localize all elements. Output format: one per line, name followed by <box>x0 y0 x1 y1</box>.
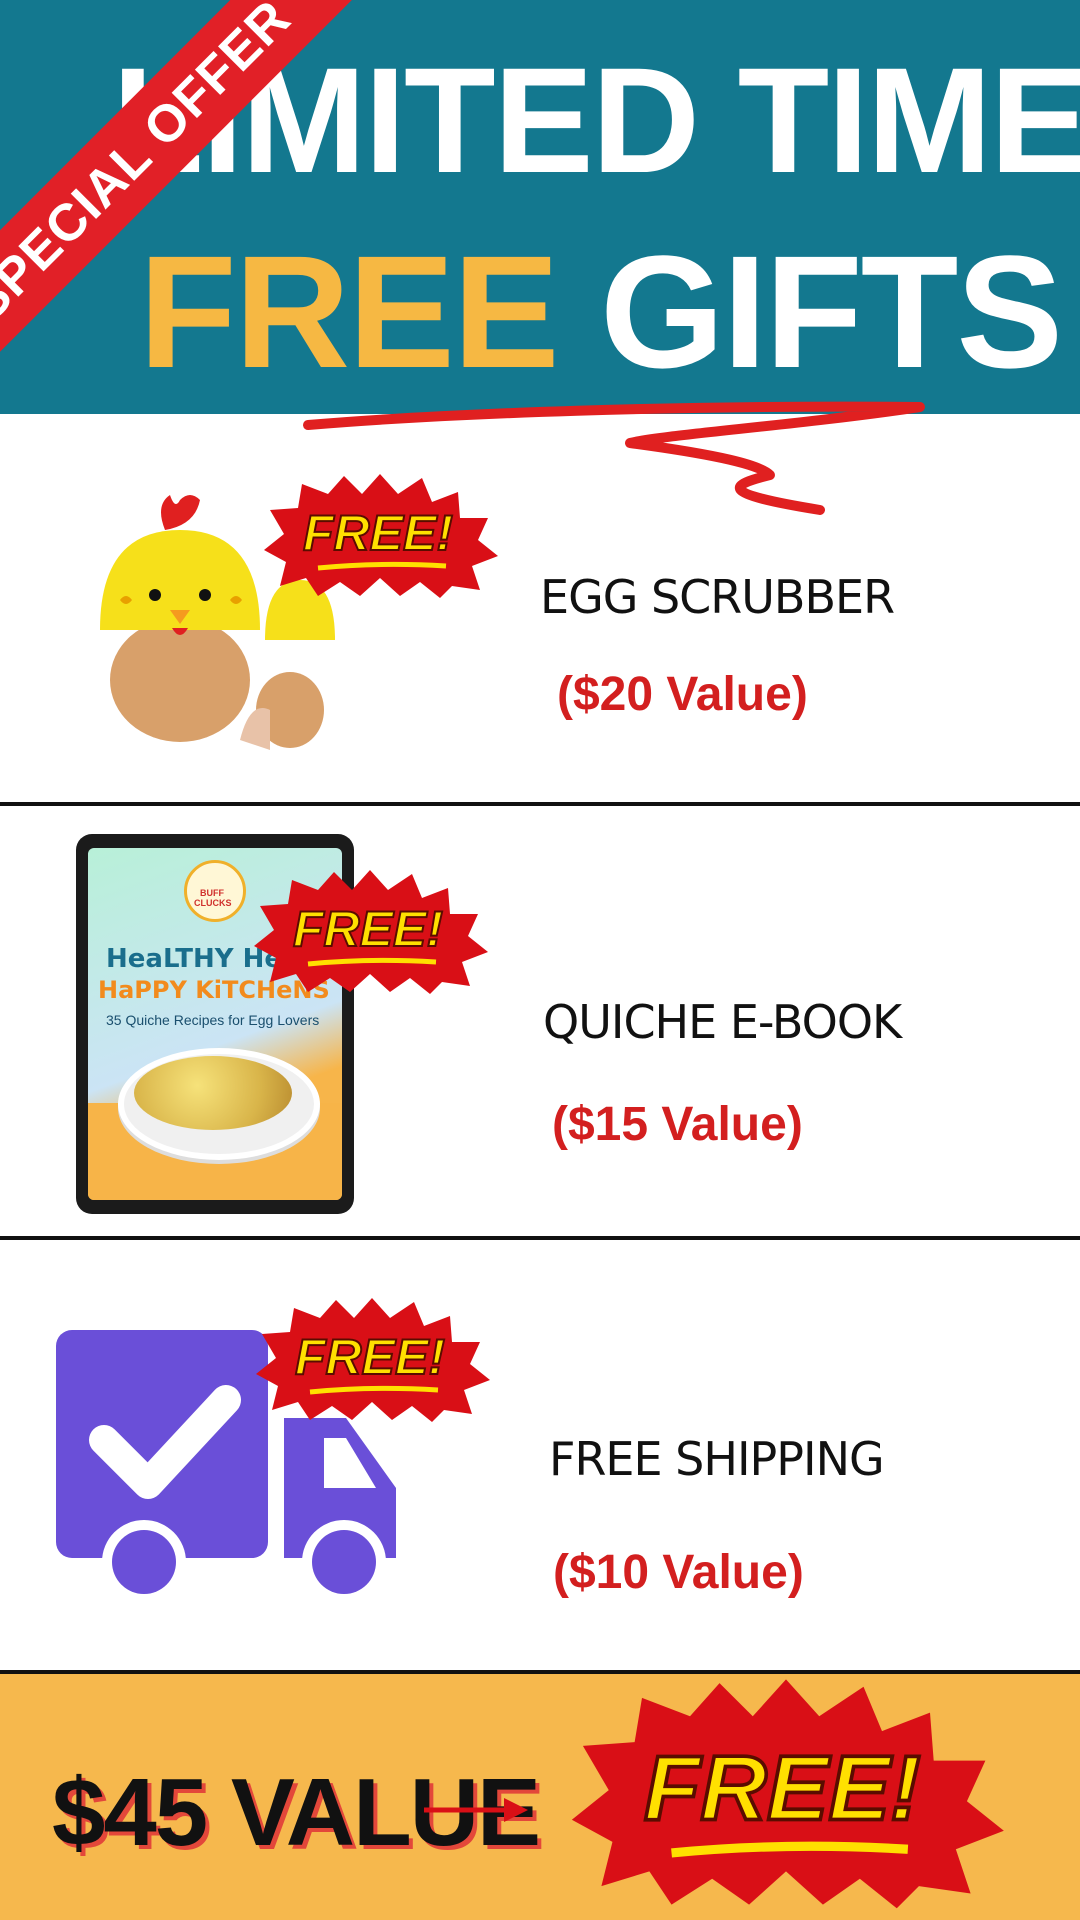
item-name-free-shipping: FREE SHIPPING <box>549 1432 885 1486</box>
divider <box>0 802 1080 806</box>
free-badge-2: FREE! <box>254 870 488 994</box>
arrow-right-icon <box>424 1798 528 1822</box>
headline-free-gifts: FREE GIFTS <box>60 232 1080 392</box>
free-badge-text: FREE! <box>293 901 443 957</box>
free-badge-text: FREE! <box>303 505 453 561</box>
promo-header: LIMITED TIME FREE GIFTS SPECIAL OFFER <box>0 0 1080 414</box>
divider <box>0 1236 1080 1240</box>
free-badge-1: FREE! <box>264 474 498 598</box>
item-name-egg-scrubber: EGG SCRUBBER <box>540 570 895 624</box>
ebook-subtitle: 35 Quiche Recipes for Egg Lovers <box>106 1012 320 1028</box>
headline-free-word: FREE <box>138 222 560 401</box>
headline-gifts-word: GIFTS <box>557 222 1063 401</box>
item-value-quiche-ebook: ($15 Value) <box>552 1098 803 1151</box>
free-badge-text: FREE! <box>295 1329 445 1385</box>
item-value-egg-scrubber: ($20 Value) <box>557 668 808 721</box>
free-badge-large: FREE! <box>571 1679 1004 1909</box>
item-value-free-shipping: ($10 Value) <box>553 1546 804 1599</box>
brand-name: BUFF CLUCKS <box>194 888 232 908</box>
free-badge-3: FREE! <box>256 1298 490 1422</box>
item-name-quiche-ebook: QUICHE E-BOOK <box>543 995 902 1049</box>
quiche-filling <box>134 1056 292 1130</box>
free-badge-large-text: FREE! <box>644 1736 921 1840</box>
